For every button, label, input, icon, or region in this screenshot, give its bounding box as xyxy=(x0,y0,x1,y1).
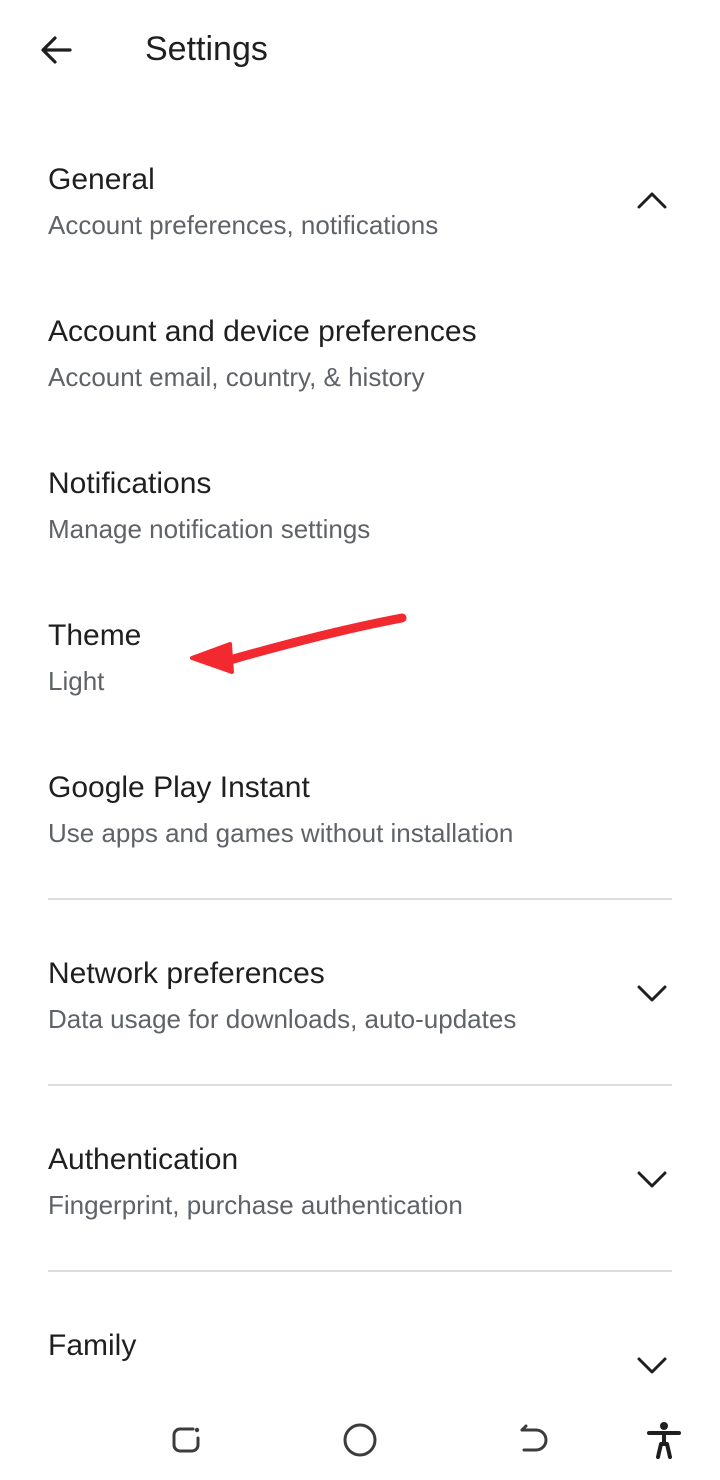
divider xyxy=(48,1270,672,1272)
item-title: Notifications xyxy=(48,467,212,500)
settings-screen: Settings General Account preferences, no… xyxy=(0,0,720,1480)
item-subtitle: Fingerprint, purchase authentication xyxy=(48,1190,463,1220)
item-title: General xyxy=(48,163,155,196)
divider xyxy=(48,1084,672,1086)
item-subtitle: Light xyxy=(48,666,105,696)
item-title: Google Play Instant xyxy=(48,771,310,804)
recents-icon xyxy=(172,1427,200,1453)
chevron-down-icon xyxy=(626,1158,678,1202)
back-button[interactable] xyxy=(26,22,86,78)
settings-group-network[interactable]: Network preferences Data usage for downl… xyxy=(0,944,720,1054)
item-subtitle: Account preferences, notifications xyxy=(48,210,439,240)
settings-item-play-instant[interactable]: Google Play Instant Use apps and games w… xyxy=(0,758,720,868)
item-subtitle: Use apps and games without installation xyxy=(48,818,514,848)
chevron-down-icon xyxy=(626,1344,678,1388)
divider xyxy=(48,898,672,900)
home-icon xyxy=(343,1423,377,1457)
accessibility-icon xyxy=(647,1422,681,1459)
item-subtitle: Data usage for downloads, auto-updates xyxy=(48,1004,517,1034)
item-subtitle: Account email, country, & history xyxy=(48,362,425,392)
chevron-down-icon xyxy=(626,972,678,1016)
page-title: Settings xyxy=(145,30,268,68)
item-title: Network preferences xyxy=(48,957,325,990)
recents-button[interactable] xyxy=(154,1408,218,1472)
system-back-button[interactable] xyxy=(502,1408,566,1472)
item-title: Authentication xyxy=(48,1143,239,1176)
accessibility-button[interactable] xyxy=(632,1408,696,1472)
item-title: Account and device preferences xyxy=(48,315,477,348)
top-app-bar: Settings xyxy=(0,0,720,100)
item-title: Family xyxy=(48,1329,137,1362)
item-subtitle: Manage notification settings xyxy=(48,514,371,544)
system-nav-bar xyxy=(0,1396,720,1480)
settings-item-notifications[interactable]: Notifications Manage notification settin… xyxy=(0,454,720,564)
arrow-left-icon xyxy=(41,36,72,64)
settings-group-general[interactable]: General Account preferences, notificatio… xyxy=(0,150,720,260)
back-icon xyxy=(520,1424,548,1452)
chevron-up-icon xyxy=(626,178,678,222)
settings-group-authentication[interactable]: Authentication Fingerprint, purchase aut… xyxy=(0,1130,720,1240)
settings-item-theme[interactable]: Theme Light xyxy=(0,606,720,716)
home-button[interactable] xyxy=(328,1408,392,1472)
item-title: Theme xyxy=(48,619,142,652)
settings-item-account[interactable]: Account and device preferences Account e… xyxy=(0,302,720,412)
